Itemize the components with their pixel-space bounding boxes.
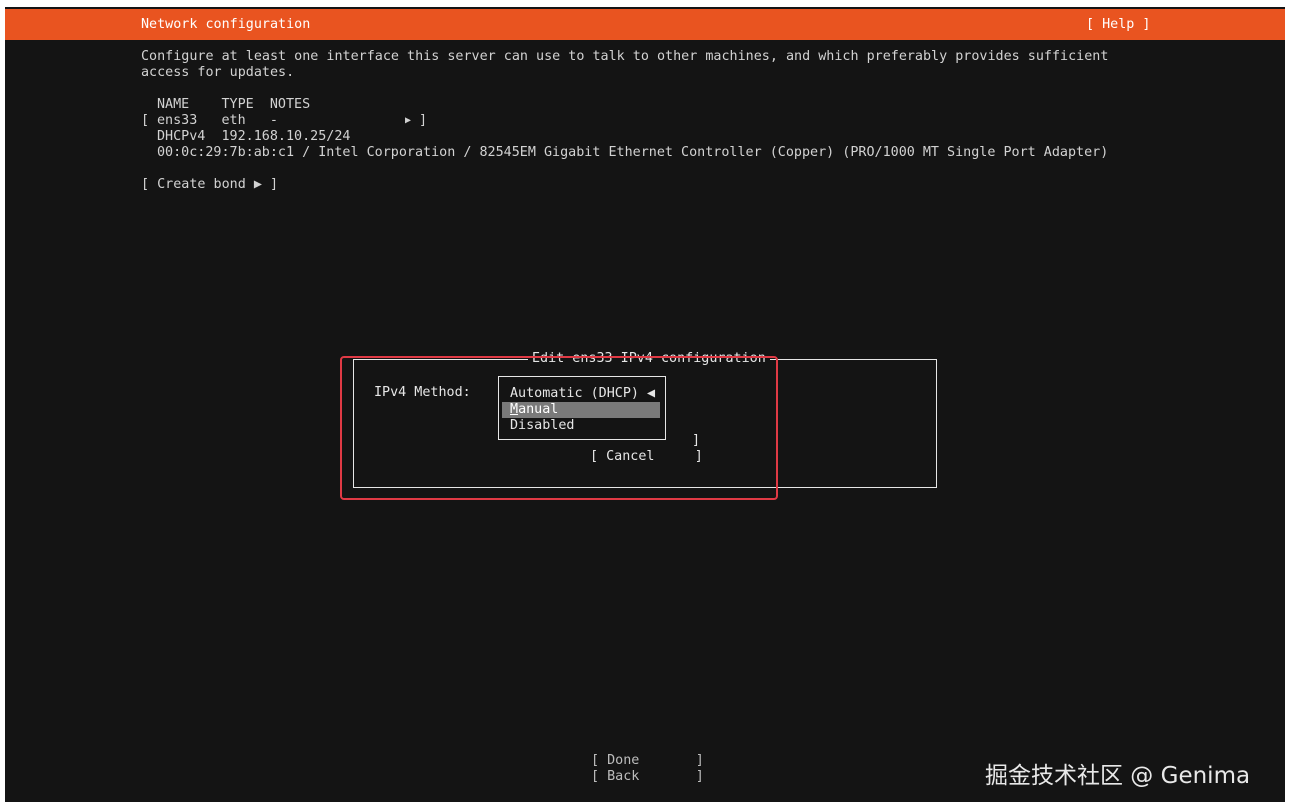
back-button[interactable]: [ Back ] [591,769,704,785]
option-automatic-dhcp[interactable]: Automatic (DHCP) ◀ [502,386,660,402]
intro-text-line2: access for updates. [141,65,295,80]
page-title: Network configuration [141,17,311,32]
option-manual[interactable]: Manual [502,402,660,418]
interface-hardware-info: 00:0c:29:7b:ab:c1 / Intel Corporation / … [157,145,1109,160]
done-button[interactable]: [ Done ] [591,753,704,769]
row-bracket-open: [ [141,113,150,128]
create-bond-button[interactable]: [ Create bond ▶ ] [141,177,278,193]
row-bracket-close: ] [419,113,428,128]
option-disabled[interactable]: Disabled [502,418,660,434]
option-manual-rest: anual [518,402,559,417]
ipv4-config-dialog: Edit ens33 IPv4 configuration IPv4 Metho… [353,351,937,488]
dialog-title: Edit ens33 IPv4 configuration [528,351,770,367]
watermark: 掘金技术社区 @ Genima [985,763,1251,789]
installer-screen: Network configuration [ Help ] Configure… [5,7,1285,802]
ipv4-method-dropdown[interactable]: Automatic (DHCP) ◀ Manual Disabled [498,376,666,440]
header-bar: Network configuration [ Help ] [5,9,1285,40]
interface-address: DHCPv4 192.168.10.25/24 [157,129,351,144]
option-manual-hotkey: M [510,402,519,417]
cancel-button[interactable]: [ Cancel ] [590,449,703,465]
dialog-button-bracket: ] [692,433,701,448]
help-button[interactable]: [ Help ] [1086,17,1151,33]
interface-row-text: ens33 eth - [157,113,399,128]
interfaces-column-header: NAME TYPE NOTES [157,97,311,112]
ipv4-method-label: IPv4 Method: [374,385,471,400]
row-expand-arrow-icon: ▶ [405,115,412,126]
intro-text-line1: Configure at least one interface this se… [141,49,1109,64]
